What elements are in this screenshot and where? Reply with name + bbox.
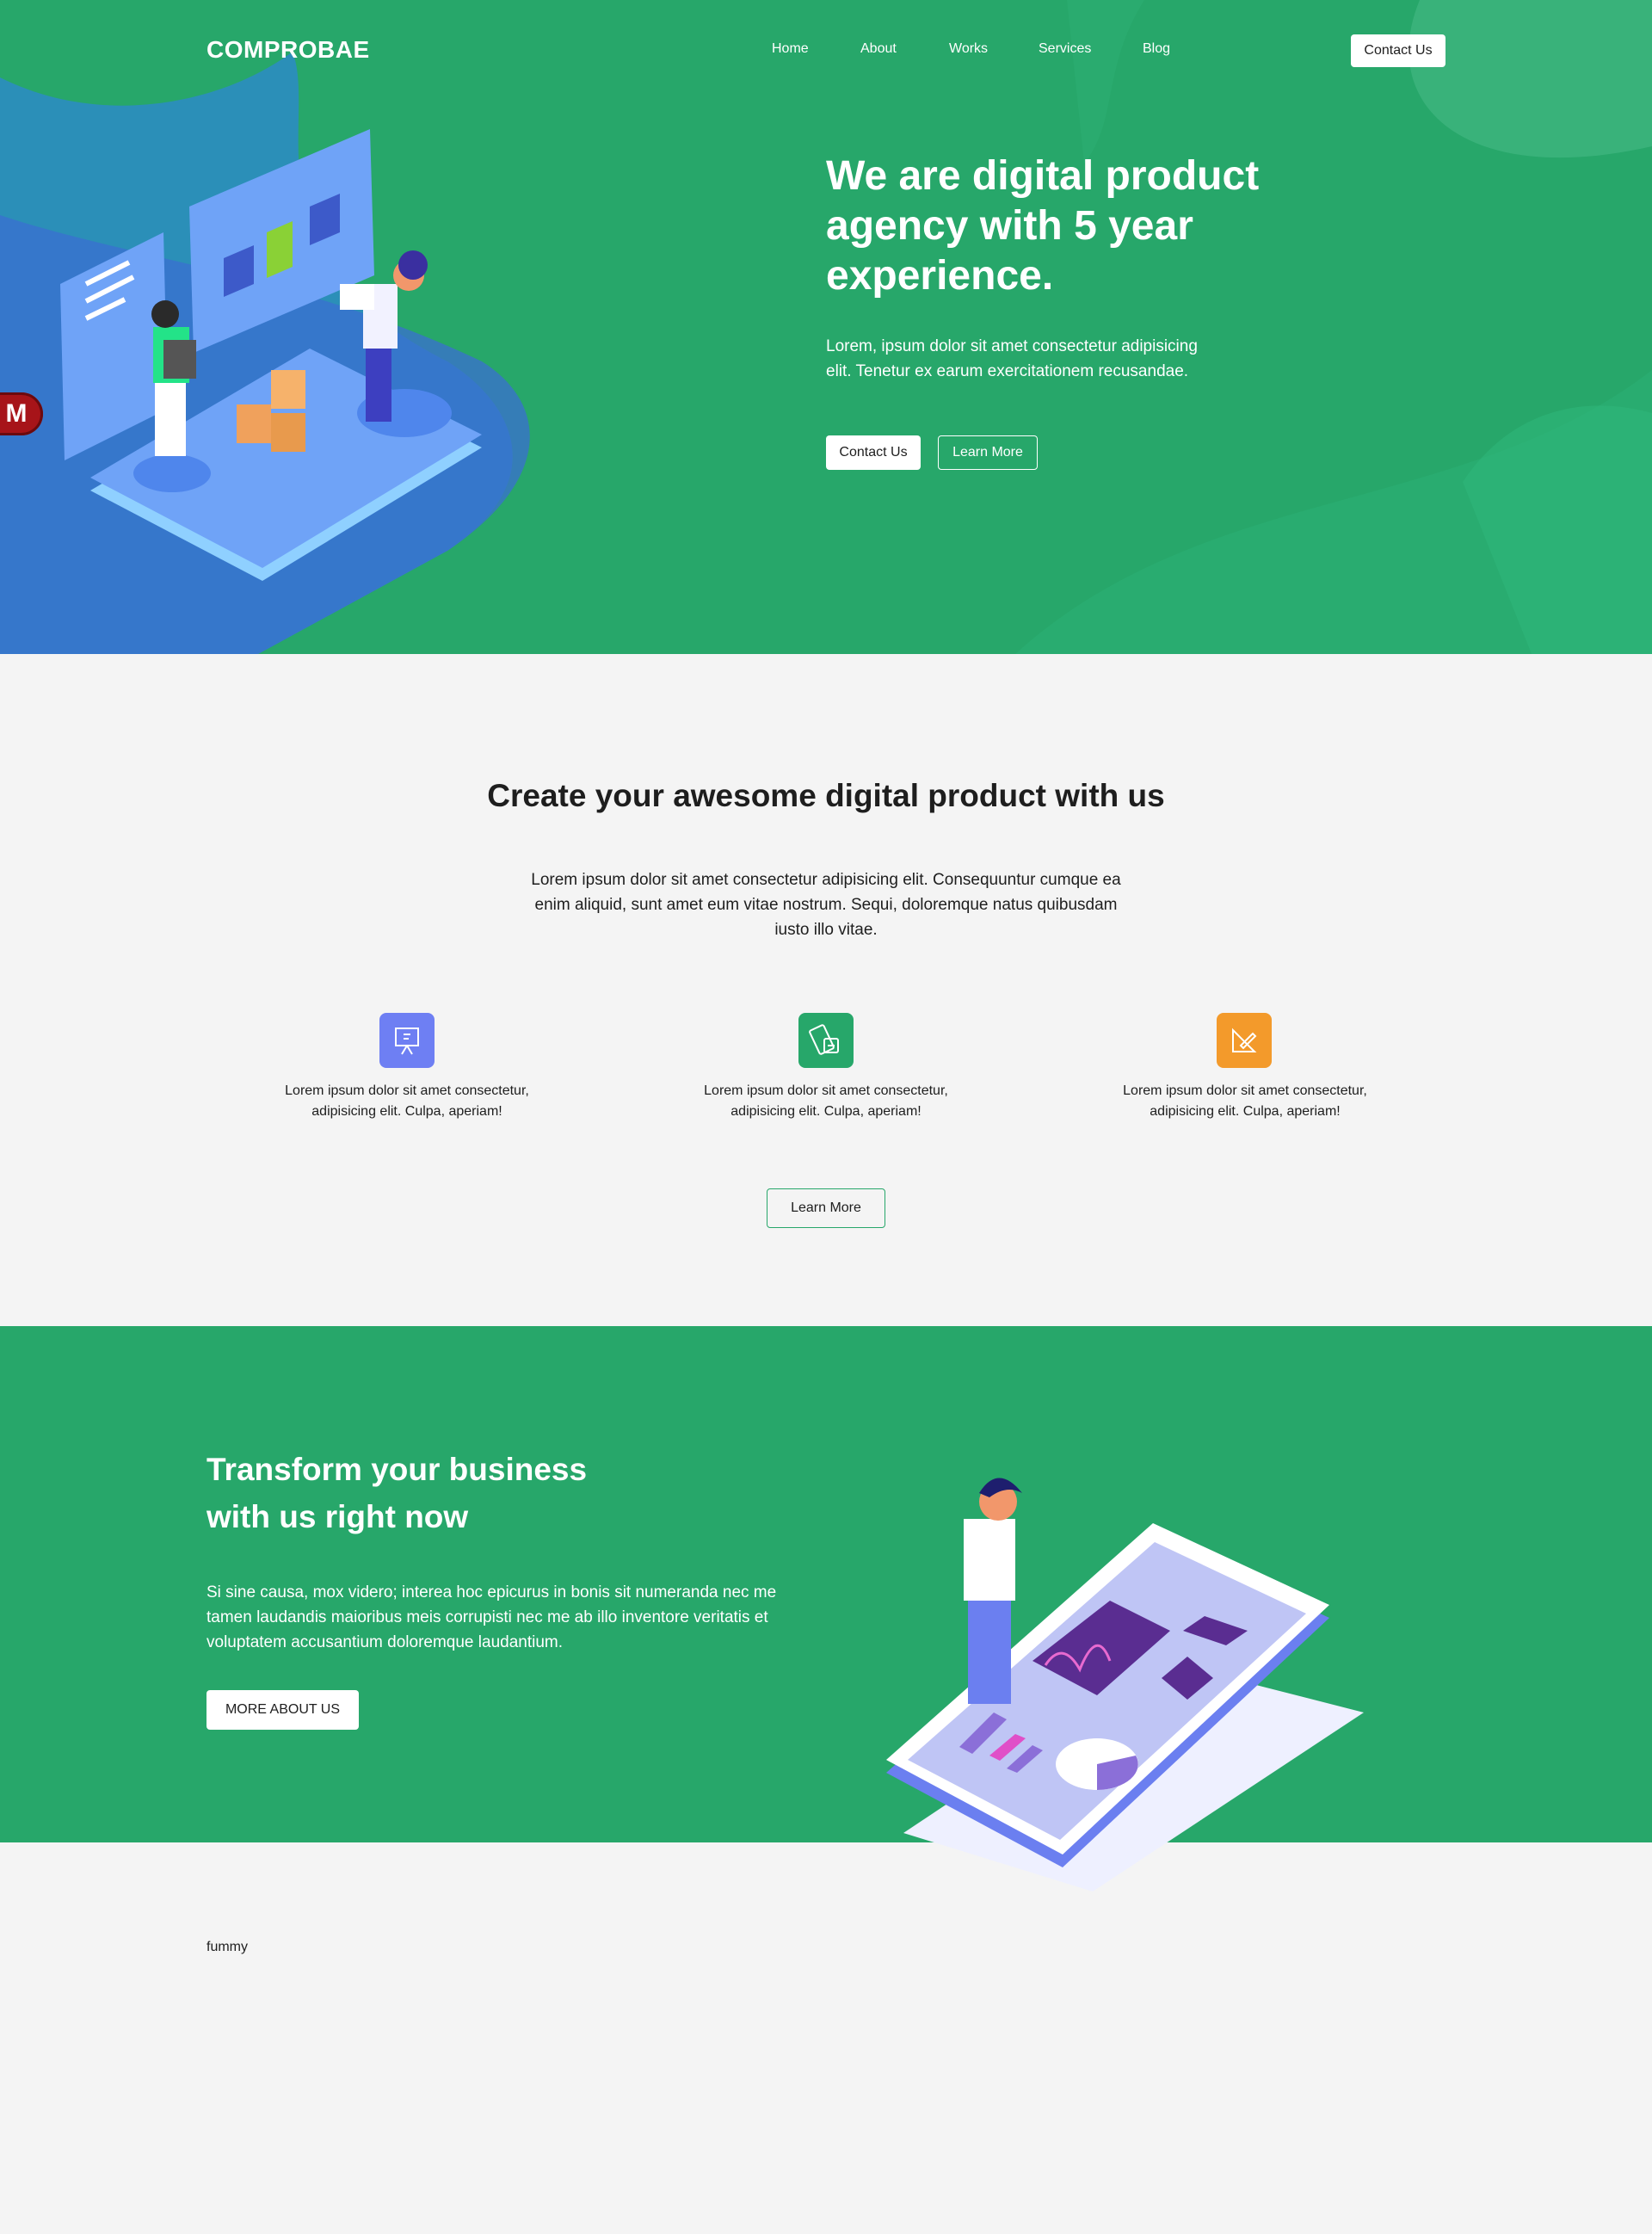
more-about-us-button[interactable]: MORE ABOUT US	[206, 1690, 359, 1730]
side-badge[interactable]: M	[0, 392, 43, 435]
features-description: Lorem ipsum dolor sit amet consectetur a…	[531, 871, 1121, 939]
transform-description: Si sine causa, mox videro; interea hoc e…	[206, 1583, 777, 1651]
hero-learn-more-button[interactable]: Learn More	[938, 435, 1038, 470]
hero-section: COMPROBAE Home About Works Services Blog…	[0, 0, 1652, 654]
feature-text-2: Lorem ipsum dolor sit amet consectetur, …	[704, 1083, 948, 1119]
design-tools-icon	[798, 1013, 854, 1068]
nav-works[interactable]: Works	[949, 41, 988, 57]
header-contact-button[interactable]: Contact Us	[1351, 34, 1446, 67]
nav-services[interactable]: Services	[1039, 41, 1091, 57]
transform-title-line-2: with us right now	[206, 1499, 469, 1534]
transform-title-line-1: Transform your business	[206, 1452, 588, 1487]
feature-text-1: Lorem ipsum dolor sit amet consectetur, …	[285, 1083, 529, 1119]
brand-logo[interactable]: COMPROBAE	[206, 36, 370, 64]
feature-text-3: Lorem ipsum dolor sit amet consectetur, …	[1123, 1083, 1367, 1119]
hero-description: Lorem, ipsum dolor sit amet consectetur …	[826, 337, 1198, 380]
hero-contact-button[interactable]: Contact Us	[826, 435, 921, 470]
nav-home[interactable]: Home	[772, 41, 809, 57]
transform-title: Transform your business with us right no…	[206, 1446, 654, 1540]
nav-about[interactable]: About	[860, 41, 897, 57]
footer-text: fummy	[206, 1940, 248, 1954]
features-title: Create your awesome digital product with…	[487, 778, 1165, 813]
features-learn-more-button[interactable]: Learn More	[767, 1188, 885, 1228]
badge-letter: M	[5, 399, 28, 428]
hero-title: We are digital product agency with 5 yea…	[826, 153, 1260, 299]
presentation-icon	[379, 1013, 435, 1068]
ruler-pencil-icon	[1217, 1013, 1272, 1068]
hero-illustration	[60, 129, 482, 581]
phone-analytics-illustration	[886, 1478, 1364, 1891]
nav-blog[interactable]: Blog	[1143, 41, 1170, 57]
